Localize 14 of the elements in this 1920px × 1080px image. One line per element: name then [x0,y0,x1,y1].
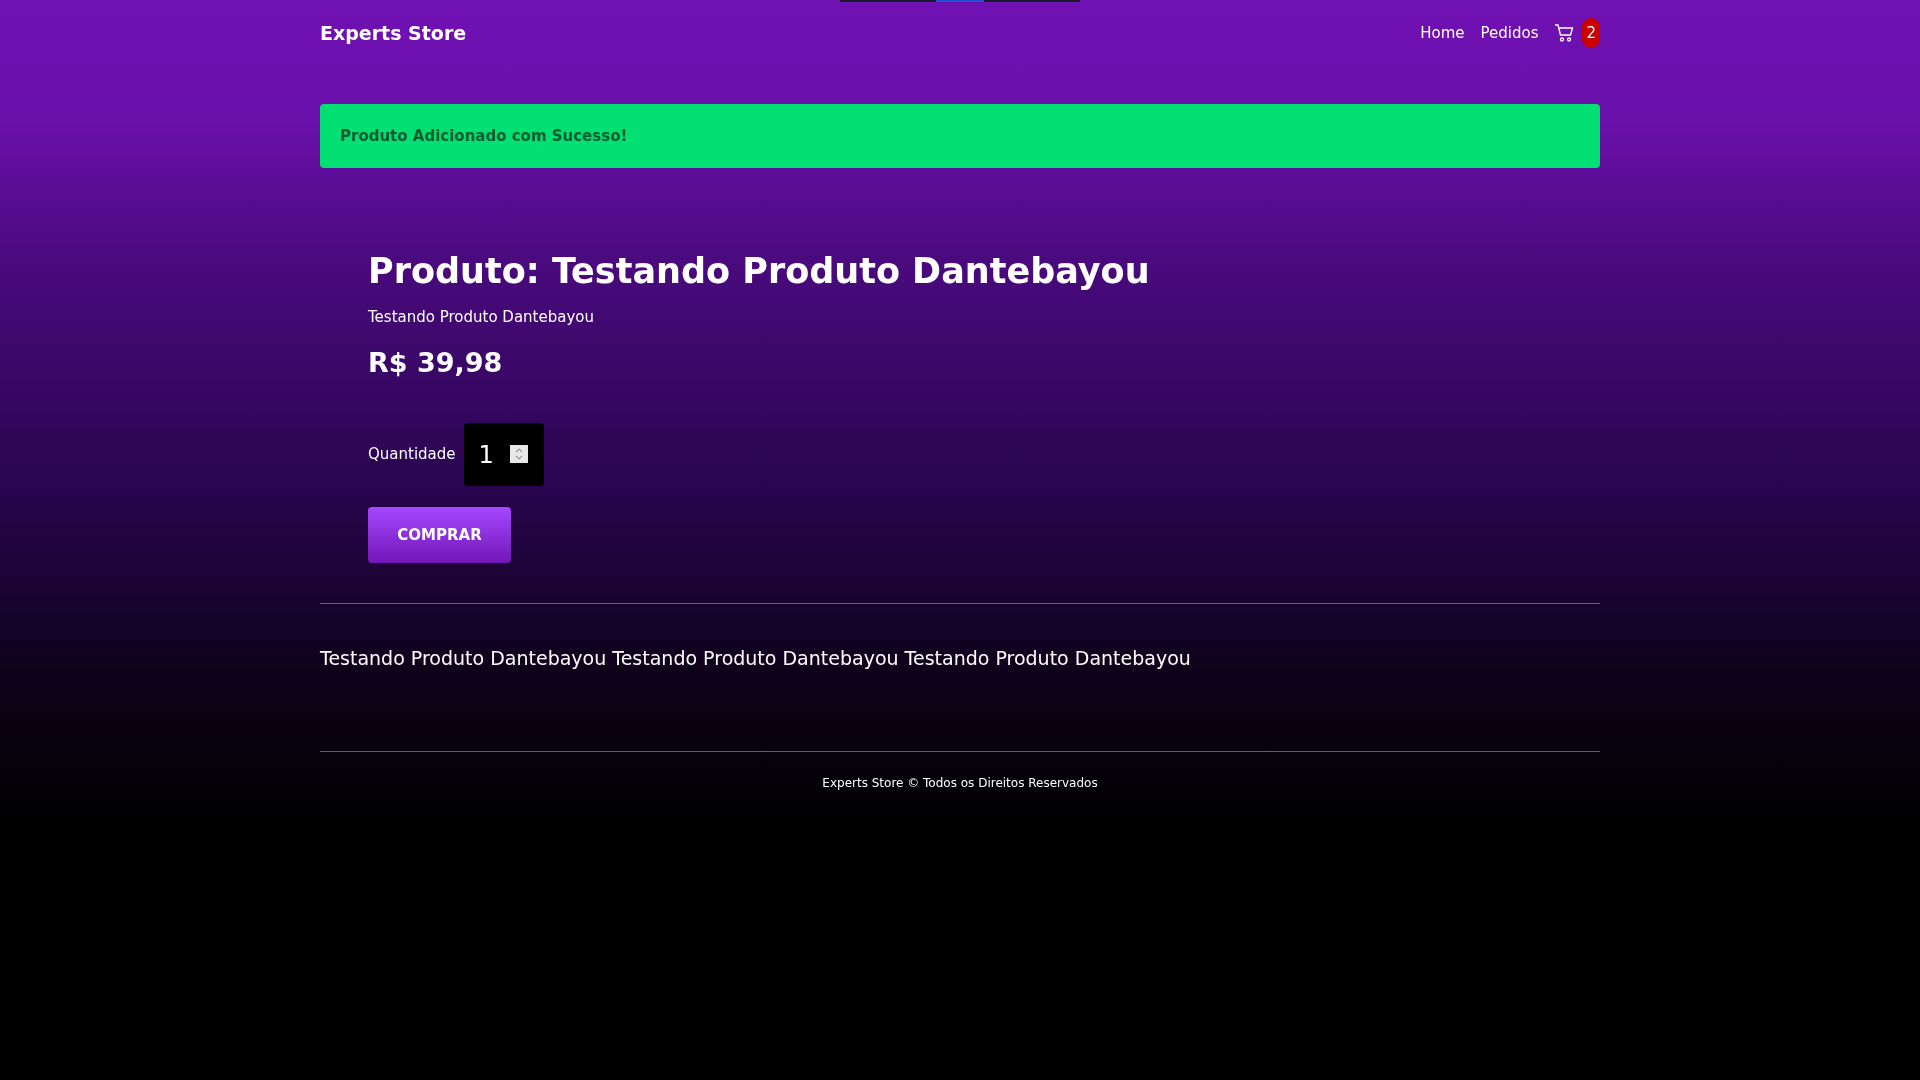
quantity-field[interactable]: 1 [463,423,544,486]
product-title: Produto: Testando Produto Dantebayou [368,250,1151,292]
buy-button[interactable]: COMPRAR [368,507,511,563]
product-description: Testando Produto Dantebayou Testando Produto Dantebayou Testando Produto Dantebayou [320,646,1192,671]
nav-link[interactable]: Home [1420,21,1465,45]
product-price: R$ 39,98 [368,345,504,380]
cart-count-badge: 2 [1582,18,1600,48]
success-alert: Produto Adicionado com Sucesso! [320,104,1600,168]
brand-logo[interactable]: Experts Store [320,18,467,48]
footer-text: Experts Store © Todos os Direitos Reservados [821,774,1099,792]
product-subtitle: Testando Produto Dantebayou [368,307,595,328]
nav-link[interactable]: Pedidos [1480,21,1539,45]
cart-icon[interactable] [1554,23,1575,43]
quantity-label: Quantidade [368,444,456,466]
